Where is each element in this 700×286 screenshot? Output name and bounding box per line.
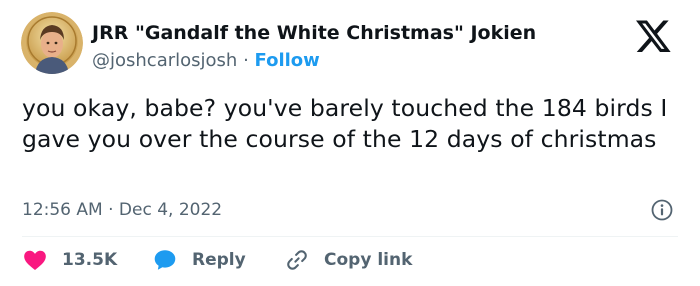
like-button[interactable]: 13.5K — [22, 247, 152, 273]
handle-row: @joshcarlosjosh · Follow — [92, 49, 536, 73]
reply-button[interactable]: Reply — [152, 247, 284, 273]
avatar-image — [21, 12, 83, 74]
avatar[interactable] — [21, 12, 83, 74]
action-bar: 13.5K Reply Copy link — [22, 245, 412, 275]
tweet-date[interactable]: Dec 4, 2022 — [119, 200, 222, 220]
copy-link-label: Copy link — [324, 250, 413, 270]
author-info: JRR "Gandalf the White Christmas" Jokien… — [92, 21, 536, 73]
info-icon[interactable] — [650, 198, 674, 222]
display-name[interactable]: JRR "Gandalf the White Christmas" Jokien — [92, 21, 536, 45]
handle[interactable]: @joshcarlosjosh — [92, 50, 237, 71]
divider — [22, 236, 678, 237]
tweet-timestamp: 12:56 AM · Dec 4, 2022 — [22, 198, 222, 222]
tweet-card: JRR "Gandalf the White Christmas" Jokien… — [0, 0, 700, 286]
tweet-time[interactable]: 12:56 AM — [22, 200, 103, 220]
copy-link-button[interactable]: Copy link — [284, 247, 412, 273]
handle-separator: · — [243, 50, 255, 71]
heart-icon — [22, 247, 48, 273]
reply-label: Reply — [192, 250, 246, 270]
speech-bubble-icon — [152, 247, 178, 273]
follow-button[interactable]: Follow — [255, 50, 320, 71]
link-icon — [284, 247, 310, 273]
likes-count: 13.5K — [62, 250, 118, 270]
timestamp-separator: · — [108, 200, 119, 220]
tweet-text: you okay, babe? you've barely touched th… — [22, 94, 668, 153]
x-logo-icon[interactable] — [636, 20, 672, 54]
